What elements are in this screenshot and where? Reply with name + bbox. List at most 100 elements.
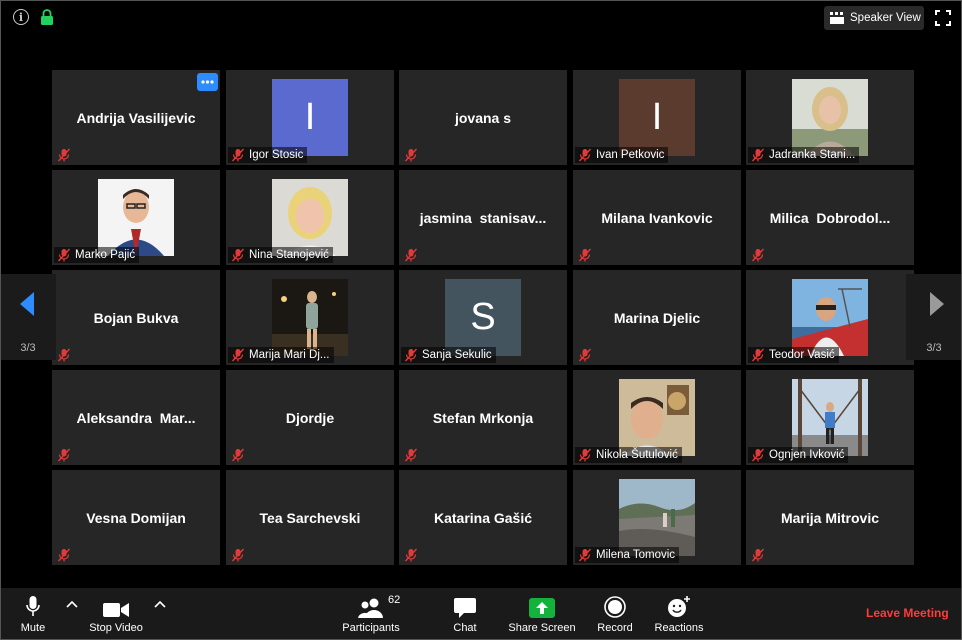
participant-tile[interactable]: jasmina stanisav... (399, 170, 567, 265)
muted-microphone-icon (751, 148, 765, 162)
meeting-toolbar: Mute Stop Video Participants 62 Chat Sha… (0, 588, 962, 640)
participant-tile[interactable]: Marija Mitrovic (746, 470, 914, 565)
reactions-label: Reactions (654, 622, 704, 634)
participant-tile[interactable]: Marina Djelic (573, 270, 741, 365)
muted-microphone-icon (231, 448, 245, 462)
mute-status (748, 547, 773, 563)
chat-button[interactable]: Chat (448, 588, 482, 640)
reactions-button[interactable]: Reactions (652, 588, 706, 640)
profile-photo-image (98, 179, 174, 256)
profile-photo (619, 379, 695, 456)
participant-label: Sanja Sekulic (401, 347, 496, 363)
participant-label: Nikola Šutulović (575, 447, 682, 463)
participant-label: Ognjen Ivković (748, 447, 849, 463)
info-icon[interactable]: i (13, 9, 29, 25)
participant-tile[interactable]: Vesna Domijan (52, 470, 220, 565)
muted-microphone-icon (578, 348, 592, 362)
participant-tile[interactable]: Jadranka Stani... (746, 70, 914, 165)
participant-tile[interactable]: jovana s (399, 70, 567, 165)
mute-label: Mute (20, 622, 46, 634)
mute-status (228, 547, 253, 563)
profile-photo (619, 479, 695, 556)
profile-photo (792, 79, 868, 156)
participant-tile[interactable]: S Sanja Sekulic (399, 270, 567, 365)
mute-status (401, 447, 426, 463)
muted-microphone-icon (231, 348, 245, 362)
fullscreen-icon[interactable] (935, 10, 951, 26)
muted-microphone-icon (404, 248, 418, 262)
muted-microphone-icon (57, 248, 71, 262)
participant-label: Milena Tomovic (575, 547, 680, 563)
participant-name: Ognjen Ivković (769, 449, 845, 461)
profile-photo-image (272, 179, 348, 256)
more-options-button[interactable] (197, 73, 218, 91)
mute-status (401, 247, 426, 263)
participant-tile[interactable]: Aleksandra Mar... (52, 370, 220, 465)
participant-label: Marko Pajić (54, 247, 140, 263)
share-screen-button[interactable]: Share Screen (508, 588, 576, 640)
participant-tile[interactable]: Milena Tomovic (573, 470, 741, 565)
participant-name: Igor Stosic (249, 149, 304, 161)
profile-photo-image (619, 479, 695, 556)
profile-photo-image (792, 279, 868, 356)
video-grid: Andrija Vasilijevic I Igor Stosic jovana sI… (52, 70, 914, 566)
previous-page-button[interactable]: 3/3 (0, 274, 56, 360)
leave-meeting-button[interactable]: Leave Meeting (866, 606, 949, 620)
profile-photo-image (272, 279, 348, 356)
arrow-right-icon (930, 292, 944, 316)
participant-tile[interactable]: Nina Stanojević (226, 170, 394, 265)
participant-tile[interactable]: Milana Ivankovic (573, 170, 741, 265)
participant-tile[interactable]: Andrija Vasilijevic (52, 70, 220, 165)
participant-tile[interactable]: I Ivan Petkovic (573, 70, 741, 165)
next-page-button[interactable]: 3/3 (906, 274, 962, 360)
participant-tile[interactable]: Milica Dobrodol... (746, 170, 914, 265)
mute-status (228, 447, 253, 463)
participant-tile[interactable]: I Igor Stosic (226, 70, 394, 165)
muted-microphone-icon (404, 148, 418, 162)
audio-options-chevron-icon[interactable] (66, 600, 78, 610)
participant-tile[interactable]: Bojan Bukva (52, 270, 220, 365)
participant-tile[interactable]: Katarina Gašić (399, 470, 567, 565)
participant-label: Teodor Vasić (748, 347, 839, 363)
participant-label: Jadranka Stani... (748, 147, 860, 163)
initial-avatar: S (445, 279, 521, 356)
muted-microphone-icon (57, 148, 71, 162)
participant-name: Teodor Vasić (769, 349, 835, 361)
participant-tile[interactable]: Ognjen Ivković (746, 370, 914, 465)
participant-tile[interactable]: Tea Sarchevski (226, 470, 394, 565)
initial-avatar: I (619, 79, 695, 156)
muted-microphone-icon (57, 448, 71, 462)
participant-tile[interactable]: Djordje (226, 370, 394, 465)
participant-tile[interactable]: Nikola Šutulović (573, 370, 741, 465)
speaker-view-button[interactable]: Speaker View (824, 6, 924, 30)
muted-microphone-icon (231, 548, 245, 562)
participant-tile[interactable]: Marko Pajić (52, 170, 220, 265)
initial-avatar: I (272, 79, 348, 156)
participant-tile[interactable]: Stefan Mrkonja (399, 370, 567, 465)
muted-microphone-icon (231, 248, 245, 262)
stop-video-button[interactable]: Stop Video (84, 588, 148, 640)
mute-button[interactable]: Mute (14, 588, 52, 640)
reactions-smiley-icon (668, 596, 690, 617)
participant-tile[interactable]: Teodor Vasić (746, 270, 914, 365)
record-button[interactable]: Record (594, 588, 636, 640)
muted-microphone-icon (57, 348, 71, 362)
participant-tile[interactable]: Marija Mari Dj... (226, 270, 394, 365)
ellipsis-icon (201, 80, 214, 84)
mute-status (401, 547, 426, 563)
participants-count: 62 (388, 594, 401, 606)
speaker-view-icon (830, 12, 844, 24)
participant-name: Marija Mari Dj... (249, 349, 330, 361)
participant-label: Igor Stosic (228, 147, 308, 163)
video-options-chevron-icon[interactable] (154, 600, 166, 610)
mute-status (54, 547, 79, 563)
profile-photo-image (792, 79, 868, 156)
muted-microphone-icon (404, 348, 418, 362)
share-screen-label: Share Screen (508, 622, 576, 634)
profile-photo (98, 179, 174, 256)
microphone-icon (26, 596, 40, 616)
lock-icon[interactable] (40, 9, 54, 25)
profile-photo (792, 379, 868, 456)
muted-microphone-icon (404, 548, 418, 562)
page-indicator: 3/3 (926, 342, 942, 354)
